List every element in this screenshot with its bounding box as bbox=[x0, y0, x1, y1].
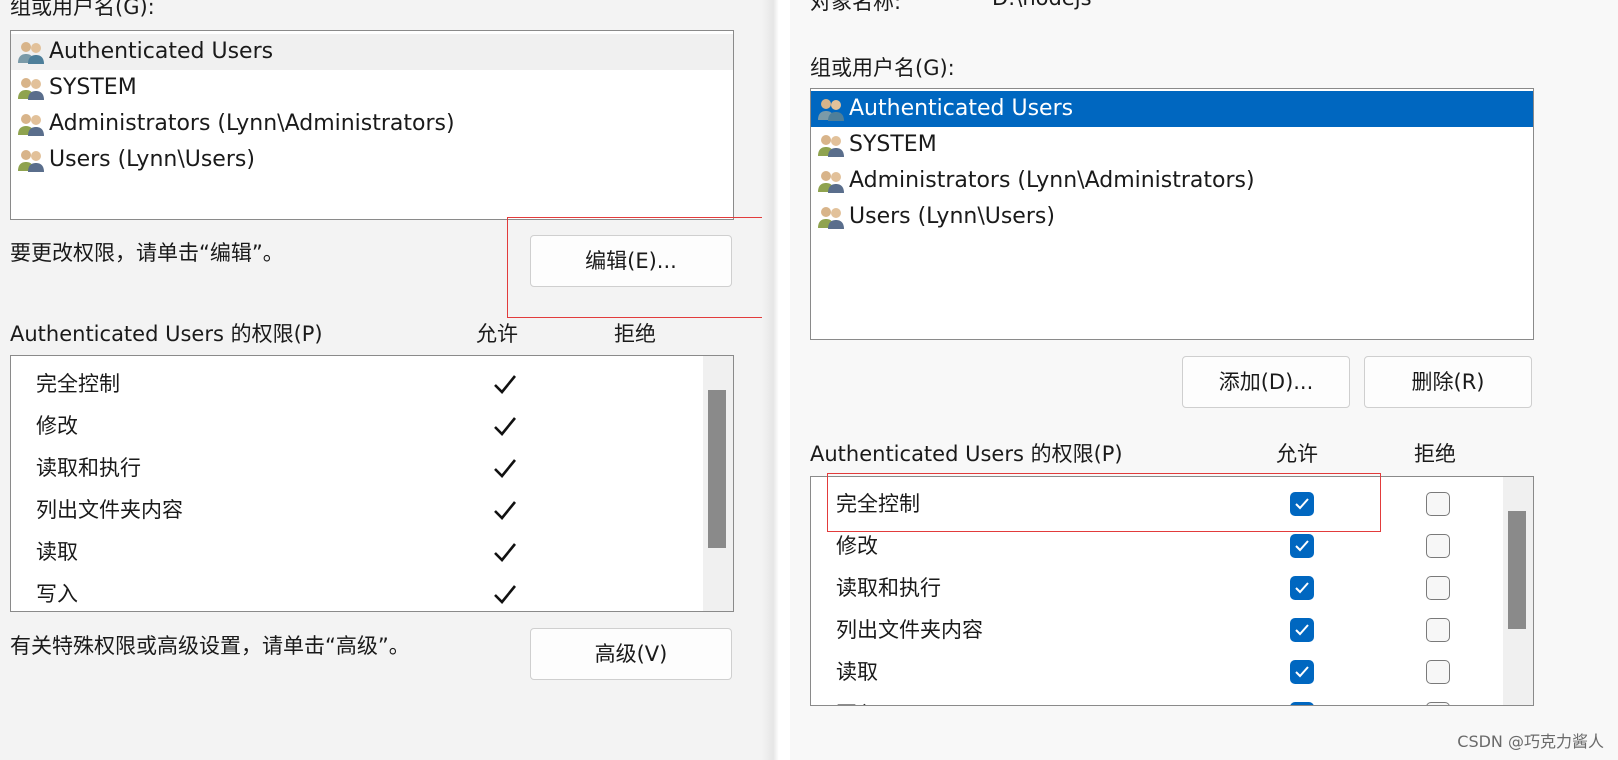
permission-row-read-execute: 读取和执行 bbox=[811, 567, 1533, 609]
list-item-label: Administrators (Lynn\Administrators) bbox=[849, 168, 1255, 193]
list-item-administrators[interactable]: Administrators (Lynn\Administrators) bbox=[811, 163, 1533, 199]
permission-row-read: 读取 bbox=[811, 651, 1533, 693]
allow-checkbox[interactable] bbox=[1290, 702, 1314, 705]
permission-name: 修改 bbox=[36, 414, 78, 438]
check-icon bbox=[1295, 666, 1309, 678]
permission-row-modify: 修改 bbox=[11, 405, 733, 447]
permission-row-list-folder: 列出文件夹内容 bbox=[811, 609, 1533, 651]
permission-name: 列出文件夹内容 bbox=[36, 498, 183, 522]
list-item-authenticated-users[interactable]: Authenticated Users bbox=[11, 34, 733, 70]
deny-checkbox[interactable] bbox=[1426, 576, 1450, 600]
allow-column-header: 允许 bbox=[1276, 442, 1318, 466]
list-item-users[interactable]: Users (Lynn\Users) bbox=[811, 199, 1533, 235]
permission-name: 写入 bbox=[36, 582, 78, 606]
permission-row-modify: 修改 bbox=[811, 525, 1533, 567]
object-name-value: D:\nodejs bbox=[992, 0, 1092, 10]
advanced-button[interactable]: 高级(V) bbox=[530, 628, 732, 680]
list-item-label: SYSTEM bbox=[49, 75, 137, 100]
right-permissions-list[interactable]: 完全控制 修改 读取和执行 列出文件夹内容 读取 bbox=[810, 476, 1534, 706]
list-item-users[interactable]: Users (Lynn\Users) bbox=[11, 142, 733, 178]
list-item-label: Administrators (Lynn\Administrators) bbox=[49, 111, 455, 136]
users-group-icon bbox=[818, 135, 844, 157]
permission-name: 完全控制 bbox=[836, 492, 920, 516]
users-group-icon bbox=[818, 99, 844, 121]
allow-checkbox[interactable] bbox=[1290, 492, 1314, 516]
list-item-authenticated-users[interactable]: Authenticated Users bbox=[811, 91, 1533, 127]
deny-checkbox[interactable] bbox=[1426, 660, 1450, 684]
permission-row-full-control: 完全控制 bbox=[811, 483, 1533, 525]
permission-name: 列出文件夹内容 bbox=[836, 618, 983, 642]
object-name-label: 对象名称: bbox=[810, 0, 902, 14]
check-icon bbox=[494, 375, 517, 394]
users-group-icon bbox=[18, 150, 44, 172]
check-icon bbox=[494, 585, 517, 604]
left-properties-pane: 组或用户名(G): Authenticated Users SYSTEM Adm… bbox=[0, 0, 790, 760]
advanced-hint-text: 有关特殊权限或高级设置，请单击“高级”。 bbox=[10, 634, 410, 658]
deny-checkbox[interactable] bbox=[1426, 702, 1450, 705]
group-users-label: 组或用户名(G): bbox=[810, 56, 955, 80]
list-item-system[interactable]: SYSTEM bbox=[11, 70, 733, 106]
list-item-label: Authenticated Users bbox=[849, 96, 1074, 121]
list-item-label: Users (Lynn\Users) bbox=[849, 204, 1055, 229]
right-user-listbox[interactable]: Authenticated Users SYSTEM Administrator… bbox=[810, 88, 1534, 340]
edit-button[interactable]: 编辑(E)... bbox=[530, 235, 732, 287]
check-icon bbox=[494, 501, 517, 520]
permission-row-full-control: 完全控制 bbox=[11, 363, 733, 405]
check-icon bbox=[1295, 624, 1309, 636]
permissions-header: Authenticated Users 的权限(P) bbox=[10, 322, 323, 346]
left-user-listbox[interactable]: Authenticated Users SYSTEM Administrator… bbox=[10, 30, 734, 220]
permission-name: 完全控制 bbox=[36, 372, 120, 396]
list-item-label: Users (Lynn\Users) bbox=[49, 147, 255, 172]
permission-name: 读取和执行 bbox=[36, 456, 141, 480]
group-users-label: 组或用户名(G): bbox=[10, 0, 155, 19]
list-item-label: Authenticated Users bbox=[49, 39, 274, 64]
add-button[interactable]: 添加(D)... bbox=[1182, 356, 1350, 408]
permission-row-write: 写入 bbox=[811, 693, 1533, 705]
users-group-icon bbox=[18, 78, 44, 100]
check-icon bbox=[494, 543, 517, 562]
permission-name: 读取和执行 bbox=[836, 576, 941, 600]
left-permissions-list[interactable]: 完全控制 修改 读取和执行 列出文件夹内容 读取 写入 bbox=[10, 355, 734, 612]
permissions-header: Authenticated Users 的权限(P) bbox=[810, 442, 1123, 466]
check-icon bbox=[1295, 540, 1309, 552]
deny-checkbox[interactable] bbox=[1426, 534, 1450, 558]
allow-checkbox[interactable] bbox=[1290, 660, 1314, 684]
deny-checkbox[interactable] bbox=[1426, 618, 1450, 642]
csdn-watermark: CSDN @巧克力酱人 bbox=[1457, 732, 1604, 751]
users-group-icon bbox=[18, 114, 44, 136]
allow-checkbox[interactable] bbox=[1290, 576, 1314, 600]
permission-name: 修改 bbox=[836, 534, 878, 558]
allow-column-header: 允许 bbox=[476, 322, 518, 346]
deny-column-header: 拒绝 bbox=[1414, 442, 1456, 466]
right-permissions-pane: 对象名称: D:\nodejs 组或用户名(G): Authenticated … bbox=[790, 0, 1618, 760]
window-separator bbox=[762, 0, 790, 760]
check-icon bbox=[494, 417, 517, 436]
list-item-system[interactable]: SYSTEM bbox=[811, 127, 1533, 163]
list-item-administrators[interactable]: Administrators (Lynn\Administrators) bbox=[11, 106, 733, 142]
permission-name: 写入 bbox=[836, 693, 878, 705]
permission-row-list-folder: 列出文件夹内容 bbox=[11, 489, 733, 531]
users-group-icon bbox=[818, 207, 844, 229]
permission-name: 读取 bbox=[836, 660, 878, 684]
permission-row-read: 读取 bbox=[11, 531, 733, 573]
allow-checkbox[interactable] bbox=[1290, 618, 1314, 642]
edit-hint-text: 要更改权限，请单击“编辑”。 bbox=[10, 241, 284, 265]
check-icon bbox=[494, 459, 517, 478]
users-group-icon bbox=[818, 171, 844, 193]
deny-checkbox[interactable] bbox=[1426, 492, 1450, 516]
check-icon bbox=[1295, 498, 1309, 510]
allow-checkbox[interactable] bbox=[1290, 534, 1314, 558]
permission-name: 读取 bbox=[36, 540, 78, 564]
deny-column-header: 拒绝 bbox=[614, 322, 656, 346]
users-group-icon bbox=[18, 42, 44, 64]
remove-button[interactable]: 删除(R) bbox=[1364, 356, 1532, 408]
scrollbar-thumb[interactable] bbox=[1508, 511, 1526, 629]
check-icon bbox=[1295, 582, 1309, 594]
scrollbar-thumb[interactable] bbox=[708, 390, 726, 548]
permission-row-read-execute: 读取和执行 bbox=[11, 447, 733, 489]
list-item-label: SYSTEM bbox=[849, 132, 937, 157]
permission-row-write: 写入 bbox=[11, 573, 733, 611]
